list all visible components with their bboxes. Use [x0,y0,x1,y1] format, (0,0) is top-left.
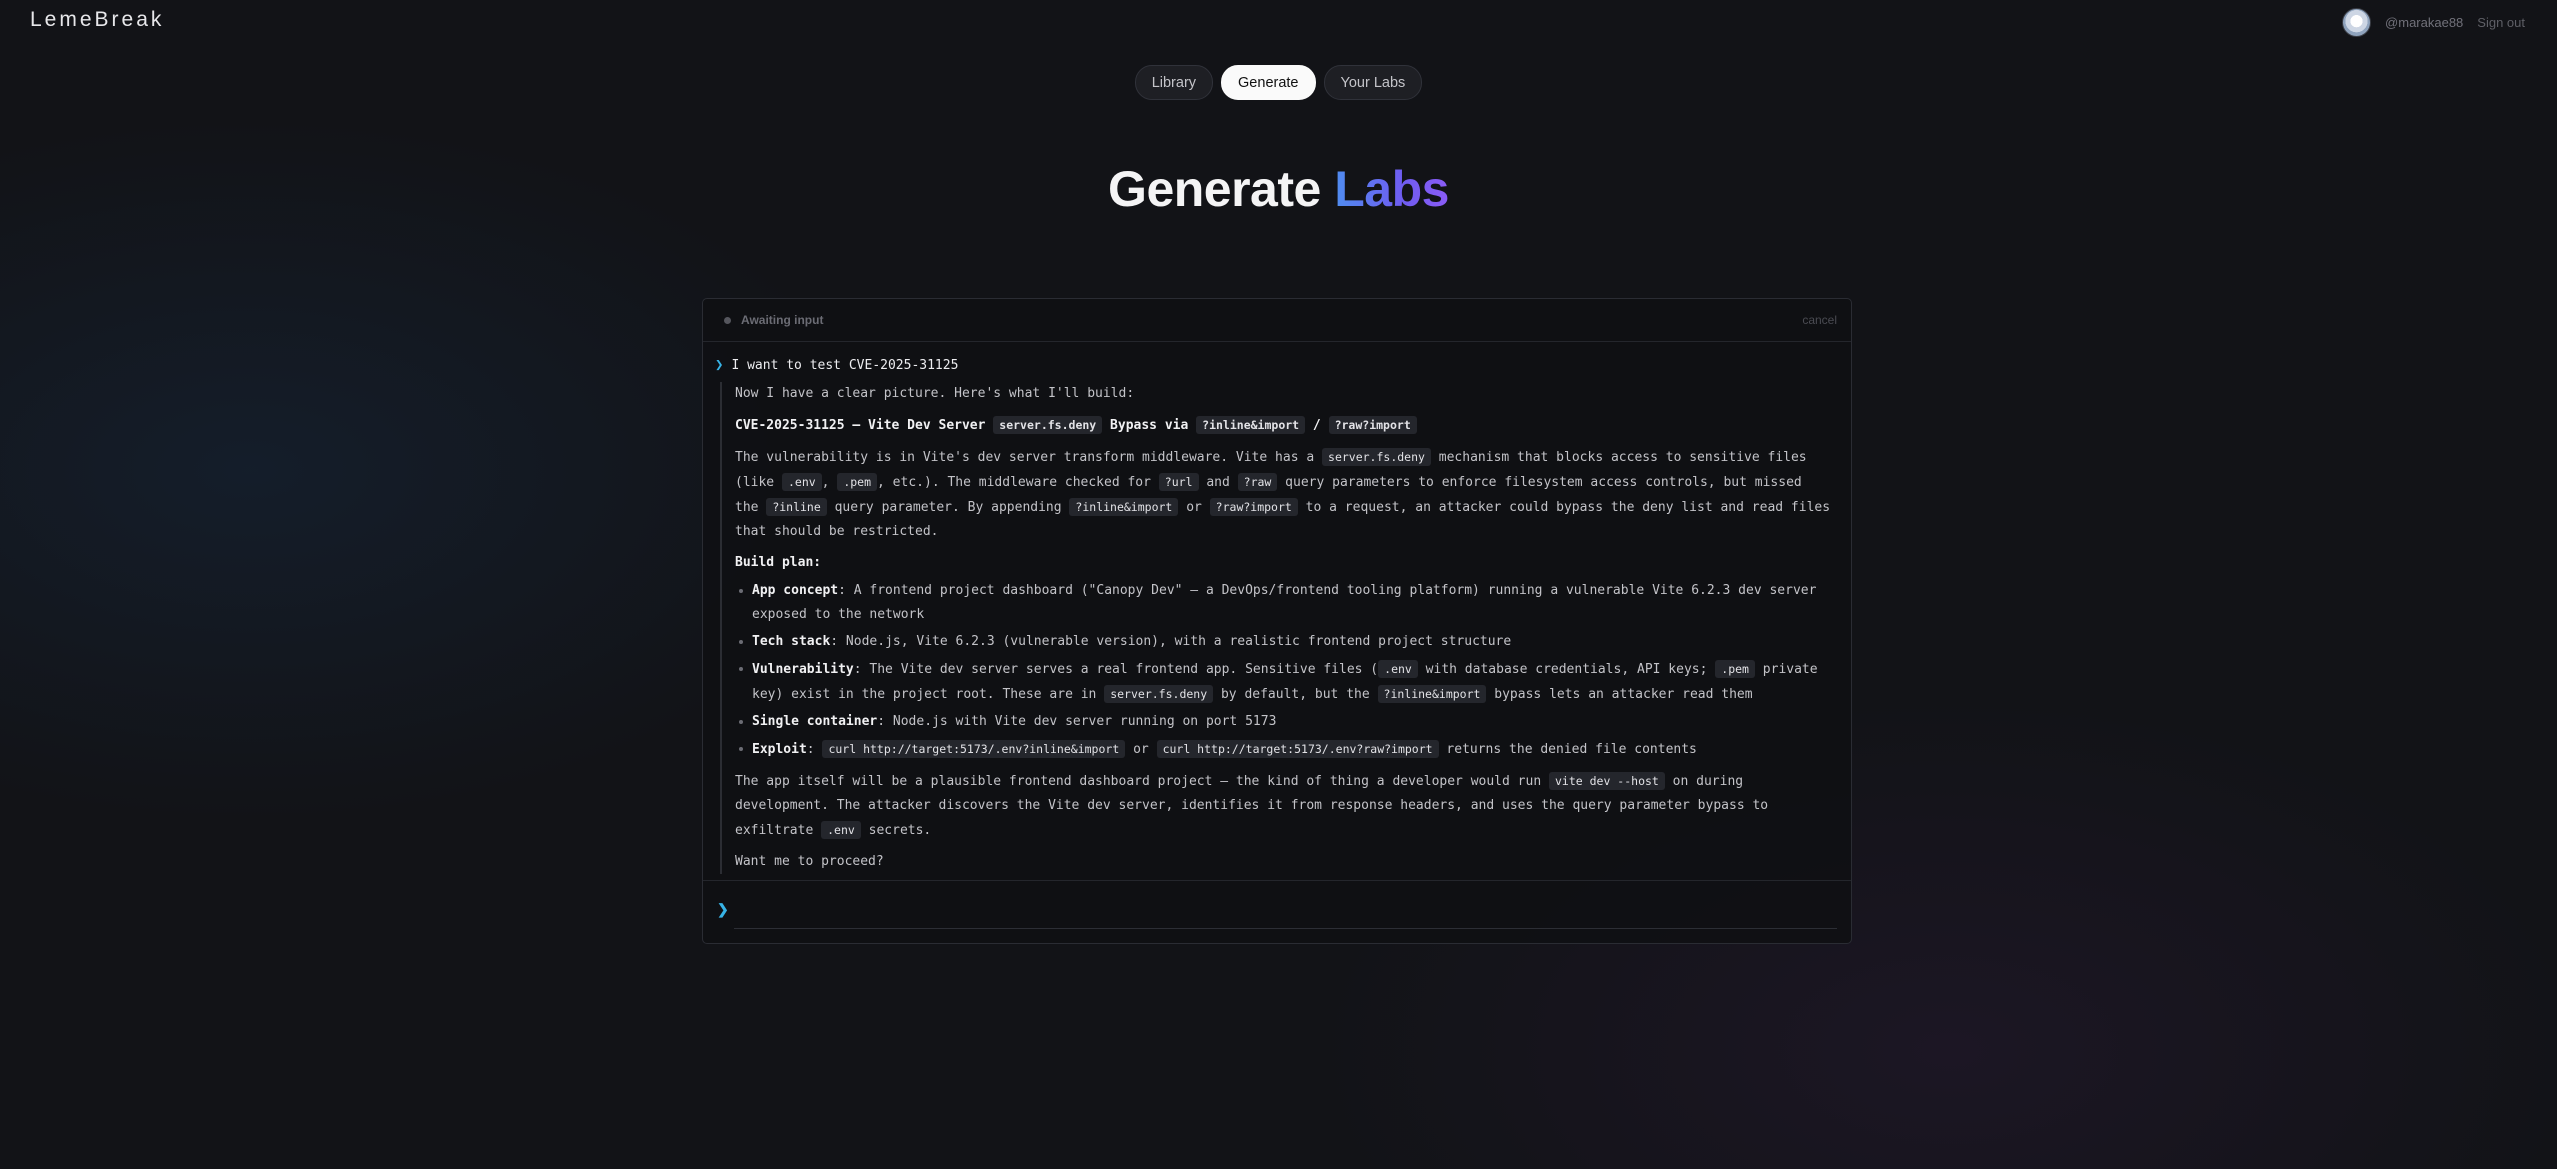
desc-code: ?raw?import [1209,498,1298,516]
desc-code: ?url [1158,473,1199,491]
list-item: Vulnerability: The Vite dev server serve… [735,657,1833,707]
desc-text: , [821,475,830,490]
response-description: The vulnerability is in Vite's dev serve… [735,445,1833,544]
item-label: Vulnerability [752,662,854,677]
desc-code: .pem [837,473,878,491]
desc-text: or [1186,500,1202,515]
prompt-input-area[interactable]: ❯ [703,880,1851,943]
response-intro: Now I have a clear picture. Here's what … [735,386,1135,401]
item-text: bypass lets an attacker read them [1494,687,1753,702]
desc-text: query parameter. By appending [834,500,1062,515]
user-message: ❯ I want to test CVE-2025-31125 [715,354,1833,376]
input-underline [734,928,1837,929]
item-code: .env [1378,660,1418,678]
conversation: ❯ I want to test CVE-2025-31125 Now I ha… [703,342,1851,874]
item-text: with database credentials, API keys; [1425,662,1708,677]
heading-mid: Bypass via [1110,418,1189,433]
item-text: : [806,742,815,757]
page-title: Generate Labs [0,160,2557,218]
outro-text: The app itself will be a plausible front… [735,774,1542,789]
cancel-button[interactable]: cancel [1802,313,1837,327]
item-code: .pem [1715,660,1755,678]
avatar[interactable] [2342,8,2372,37]
response-outro: The app itself will be a plausible front… [735,769,1833,843]
item-code: ?inline&import [1377,685,1487,703]
heading-slash: / [1312,418,1321,433]
desc-code: ?inline&import [1069,498,1179,516]
assistant-response: Now I have a clear picture. Here's what … [720,382,1833,874]
chevron-right-icon: ❯ [717,901,729,917]
list-item: Tech stack: Node.js, Vite 6.2.3 (vulnera… [735,630,1833,654]
status-indicator: Awaiting input [724,313,823,327]
item-code: server.fs.deny [1104,685,1214,703]
desc-code: ?raw [1237,473,1278,491]
item-code: curl http://target:5173/.env?raw?import [1156,740,1439,758]
user-menu: @marakae88 Sign out [2342,8,2525,37]
list-item: Single container: Node.js with Vite dev … [735,710,1833,734]
build-plan-label: Build plan: [735,555,822,570]
item-text: : Node.js, Vite 6.2.3 (vulnerable versio… [830,634,1512,649]
tab-your-labs[interactable]: Your Labs [1323,65,1423,100]
item-text: or [1133,742,1149,757]
sign-out-link[interactable]: Sign out [2477,15,2525,30]
user-message-text: I want to test CVE-2025-31125 [731,357,959,373]
item-text: : Node.js with Vite dev server running o… [877,714,1277,729]
response-heading: CVE-2025-31125 — Vite Dev Server server.… [735,413,1833,438]
response-question: Want me to proceed? [735,854,884,869]
heading-prefix: CVE-2025-31125 — Vite Dev Server [735,418,986,433]
desc-code: .env [781,473,822,491]
item-text: returns the denied file contents [1446,742,1697,757]
item-label: Single container [752,714,878,729]
page-title-main: Generate [1108,161,1321,217]
tab-library[interactable]: Library [1134,65,1214,100]
chat-panel: Awaiting input cancel ❯ I want to test C… [702,298,1852,944]
list-item: App concept: A frontend project dashboar… [735,579,1833,627]
outro-code: .env [821,821,861,839]
outro-text: secrets. [868,823,932,838]
item-label: Exploit [752,742,807,757]
tab-generate[interactable]: Generate [1221,65,1316,100]
heading-code-raw: ?raw?import [1328,416,1417,434]
item-text: : The Vite dev server serves a real fron… [853,662,1379,677]
page-title-accent: Labs [1334,161,1449,217]
item-text: by default, but the [1220,687,1370,702]
status-dot-icon [724,316,731,324]
desc-text: The vulnerability is in Vite's dev serve… [735,450,1315,465]
main-nav: Library Generate Your Labs [0,65,2557,100]
outro-code: vite dev --host [1548,772,1665,790]
panel-header: Awaiting input cancel [703,299,1851,342]
item-text: : A frontend project dashboard ("Canopy … [752,583,1817,622]
brand-logo[interactable]: LemeBreak [30,8,164,32]
username: @marakae88 [2385,15,2464,30]
status-text: Awaiting input [741,313,824,327]
desc-code: ?inline [766,498,827,516]
heading-code-deny: server.fs.deny [993,416,1103,434]
chevron-right-icon: ❯ [715,357,724,373]
item-label: App concept [752,583,839,598]
desc-text: , etc.). The middleware checked for [877,475,1151,490]
list-item: Exploit: curl http://target:5173/.env?in… [735,737,1833,762]
desc-code: server.fs.deny [1322,448,1431,466]
build-plan-list: App concept: A frontend project dashboar… [735,579,1833,762]
heading-code-inline: ?inline&import [1196,416,1306,434]
desc-text: and [1206,475,1230,490]
item-code: curl http://target:5173/.env?inline&impo… [822,740,1126,758]
item-label: Tech stack [752,634,831,649]
